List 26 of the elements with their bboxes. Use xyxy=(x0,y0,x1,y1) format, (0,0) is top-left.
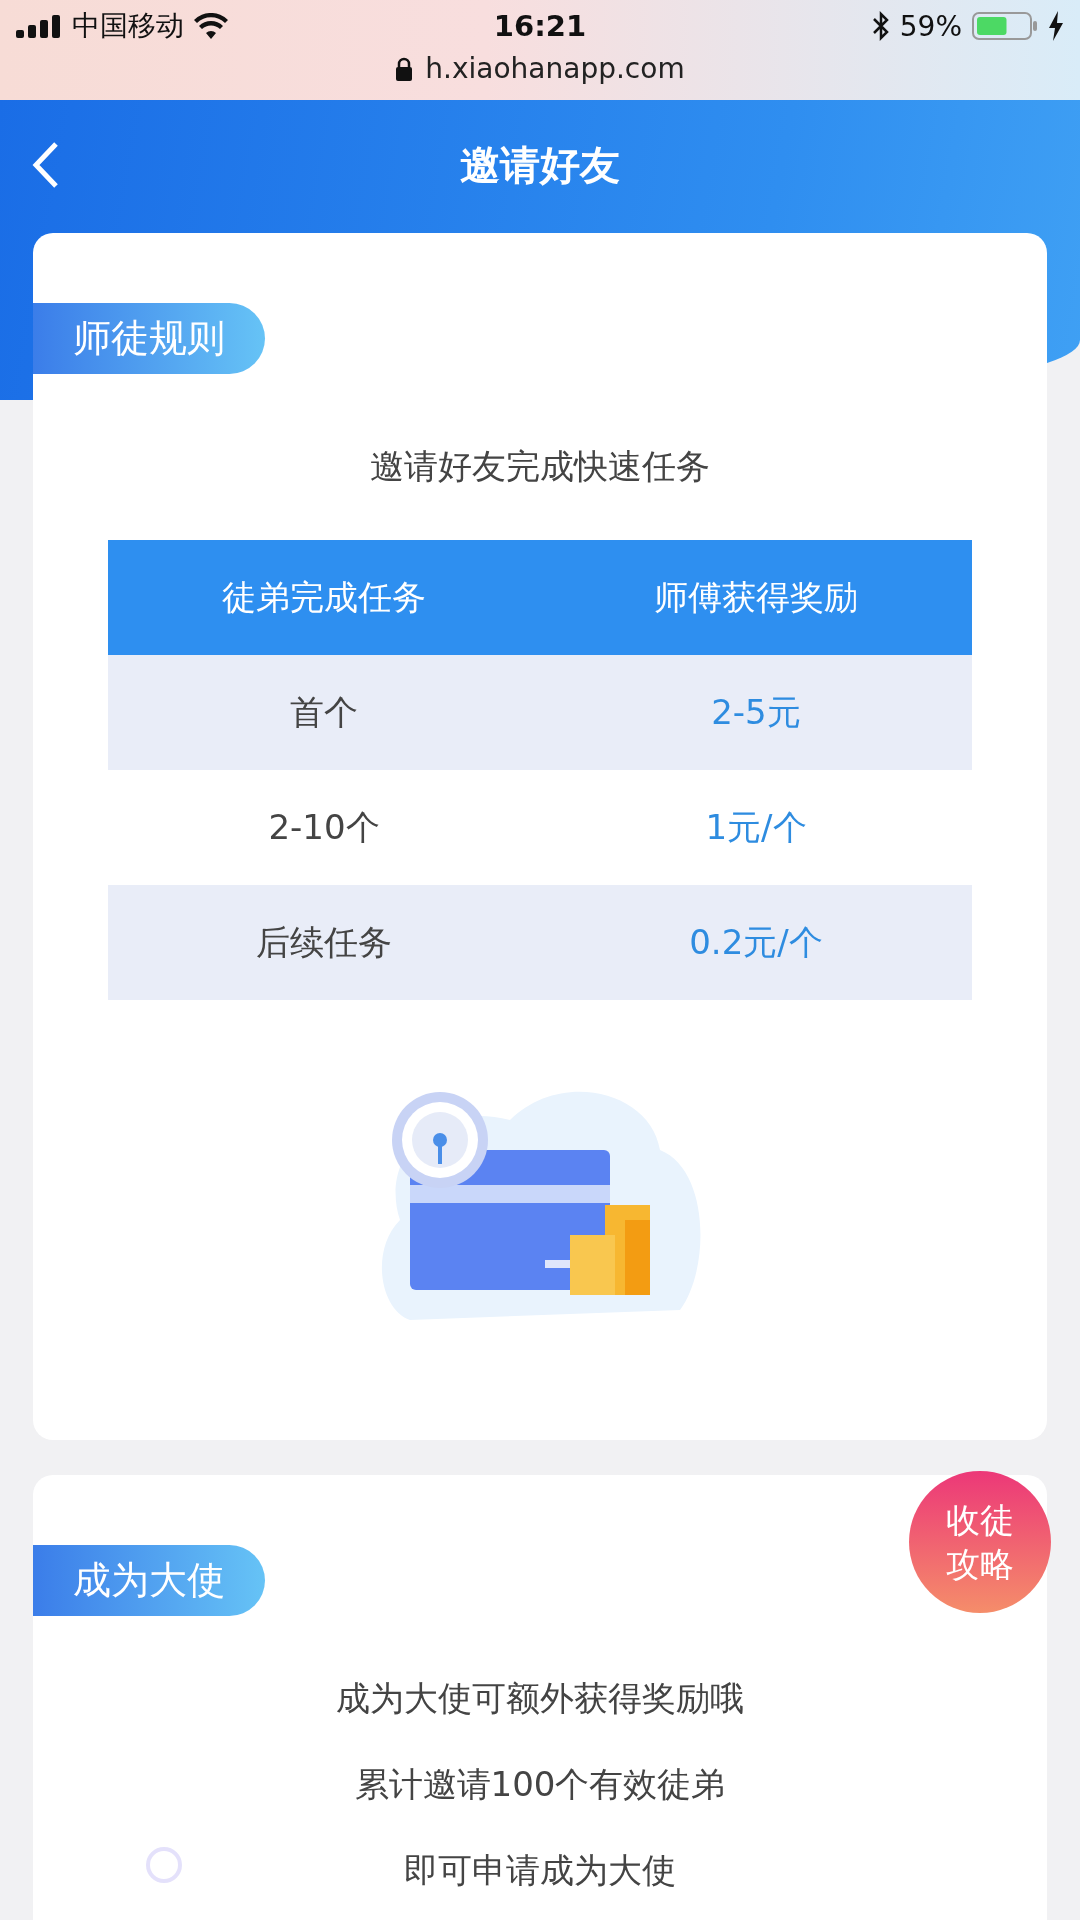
table-cell-text: 1元/个 xyxy=(704,805,808,849)
section-tag: 成为大使 xyxy=(33,1545,265,1616)
url-text: h.xiaohanapp.com xyxy=(425,52,685,85)
column-header: 师傅获得奖励 xyxy=(653,575,859,619)
subtitle-text: 邀请好友完成快速任务 xyxy=(370,445,710,488)
ring-icon xyxy=(144,1845,184,1885)
section-tag: 师徒规则 xyxy=(33,303,265,374)
info-text: 即可申请成为大使 xyxy=(404,1849,676,1892)
strategy-badge[interactable]: 收徒攻略 xyxy=(909,1471,1051,1613)
clock-time: 16:21 xyxy=(493,9,587,43)
table-cell-text: 2-5元 xyxy=(710,690,802,734)
carrier-name: 中国移动 xyxy=(72,8,184,44)
battery-percent: 59% xyxy=(899,9,962,43)
wifi-icon xyxy=(194,13,228,39)
table-cell-text: 首个 xyxy=(289,690,359,734)
lock-icon xyxy=(395,56,414,81)
table-cell-text: 后续任务 xyxy=(255,920,393,964)
page-title: 邀请好友 xyxy=(460,140,620,190)
info-text: 累计邀请100个有效徒弟 xyxy=(354,1763,726,1806)
table-cell-text: 0.2元/个 xyxy=(688,920,824,964)
bluetooth-icon xyxy=(871,11,890,41)
table-cell-text: 2-10个 xyxy=(267,805,381,849)
column-header: 徒弟完成任务 xyxy=(221,575,427,619)
info-text: 成为大使可额外获得奖励哦 xyxy=(336,1677,744,1720)
battery-icon xyxy=(972,11,1038,41)
signal-icon xyxy=(16,14,62,38)
